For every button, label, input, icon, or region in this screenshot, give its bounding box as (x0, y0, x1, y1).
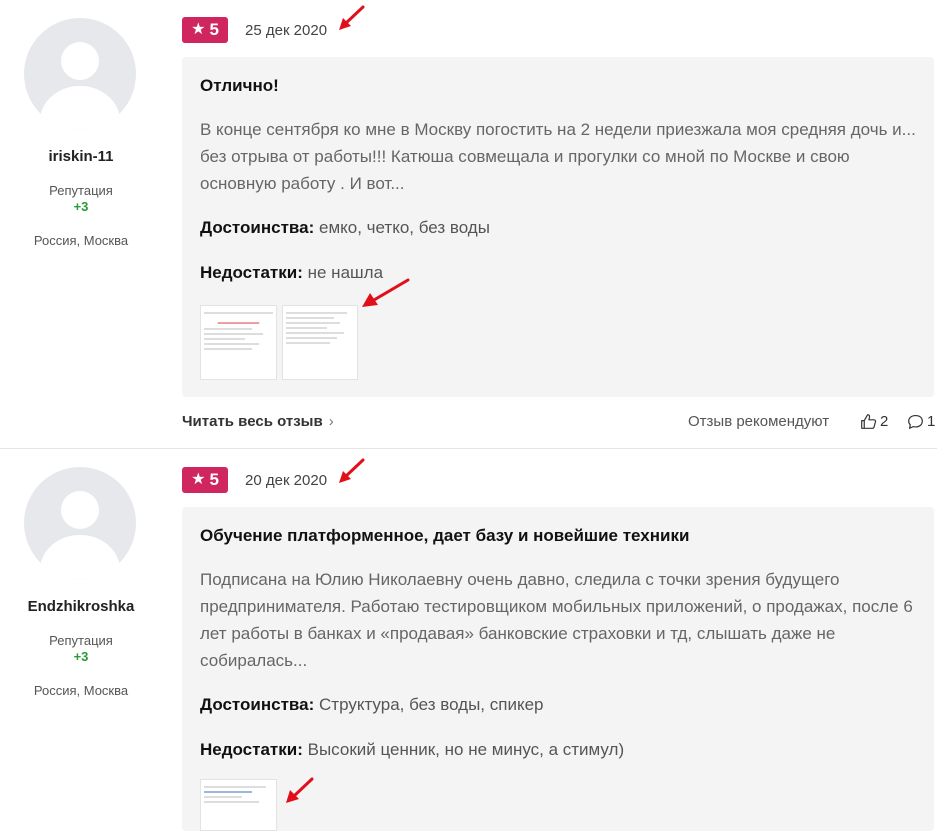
username[interactable]: iriskin-11 (0, 148, 162, 165)
review-date: 25 дек 2020 (245, 22, 328, 39)
review-pros: Достоинства: емко, четко, без воды (200, 218, 490, 238)
comment-icon (908, 414, 923, 429)
pros-text: емко, четко, без воды (319, 218, 490, 237)
rating-value: 5 (209, 470, 219, 489)
reputation-label: Репутация (49, 633, 113, 648)
annotation-arrow-icon (339, 5, 365, 30)
comments-count: 1 (927, 413, 936, 430)
review-photo-thumbnail[interactable] (282, 305, 358, 380)
review-excerpt: Подписана на Юлию Николаевну очень давно… (200, 570, 913, 670)
pros-label: Достоинства: (200, 218, 315, 237)
username[interactable]: Endzhikroshka (0, 598, 162, 615)
star-icon: ★ (191, 21, 206, 38)
reputation-label: Репутация (49, 183, 113, 198)
like-button[interactable]: 2 (860, 413, 888, 430)
chevron-right-icon: › (328, 413, 334, 430)
review-excerpt: В конце сентября ко мне в Москву погости… (200, 120, 916, 193)
reputation-value: +3 (73, 649, 89, 664)
divider (0, 448, 937, 449)
cons-label: Недостатки: (200, 740, 303, 759)
review-photo-thumbnail[interactable] (200, 779, 277, 831)
review-cons: Недостатки: Высокий ценник, но не минус,… (200, 740, 624, 760)
review-cons: Недостатки: не нашла (200, 263, 383, 283)
reputation-value: +3 (73, 199, 89, 214)
user-location: Россия, Москва (33, 233, 129, 248)
avatar[interactable] (24, 18, 136, 130)
cons-text: Высокий ценник, но не минус, а стимул) (307, 740, 625, 759)
comments-button[interactable]: 1 (907, 413, 935, 430)
likes-count: 2 (880, 413, 889, 430)
rating-badge: ★ 5 (182, 17, 228, 43)
read-full-review-link[interactable]: Читать весь отзыв › (182, 413, 334, 430)
pros-text: Структура, без воды, спикер (319, 695, 544, 714)
review-photo-thumbnail[interactable]: ▁▁▁▁▁▁▁▁▁ (200, 305, 277, 380)
user-location: Россия, Москва (33, 683, 129, 698)
cons-label: Недостатки: (200, 263, 303, 282)
review-title[interactable]: Отлично! (200, 76, 279, 96)
annotation-arrow-icon (362, 278, 410, 307)
pros-label: Достоинства: (200, 695, 315, 714)
star-icon: ★ (191, 471, 206, 488)
review-pros: Достоинства: Структура, без воды, спикер (200, 695, 544, 715)
annotation-arrow-icon (339, 458, 365, 483)
review-date: 20 дек 2020 (245, 472, 328, 489)
recommend-label: Отзыв рекомендуют (688, 413, 830, 430)
annotation-arrow-icon (286, 777, 314, 803)
rating-badge: ★ 5 (182, 467, 228, 493)
rating-value: 5 (209, 20, 219, 39)
review-title[interactable]: Обучение платформенное, дает базу и нове… (200, 526, 689, 546)
thumbs-up-icon (861, 414, 877, 429)
avatar[interactable] (24, 467, 136, 579)
review-card[interactable]: Отлично! В конце сентября ко мне в Москв… (182, 57, 934, 397)
